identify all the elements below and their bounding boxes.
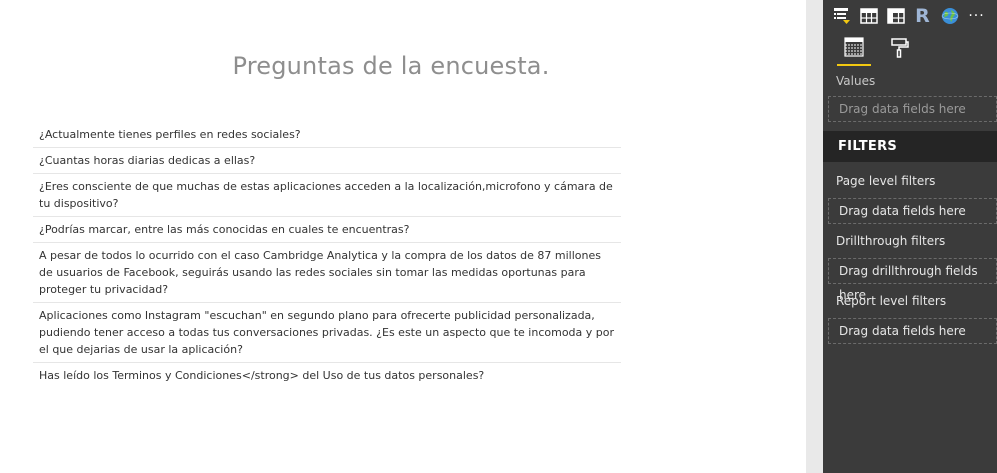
- table-row[interactable]: ¿Podrías marcar, entre las más conocidas…: [33, 217, 621, 243]
- tab-format[interactable]: [883, 34, 917, 66]
- table-row[interactable]: ¿Cuantas horas diarias dedicas a ellas?: [33, 148, 621, 174]
- report-level-filters-label: Report level filters: [836, 294, 947, 308]
- page-filters-drop-zone[interactable]: Drag data fields here: [828, 198, 997, 224]
- globe-icon[interactable]: [940, 7, 959, 26]
- table-row[interactable]: ¿Eres consciente de que muchas de estas …: [33, 174, 621, 217]
- matrix-icon[interactable]: [886, 7, 905, 26]
- drillthrough-drop-zone[interactable]: Drag drillthrough fields here: [828, 258, 997, 302]
- question-table[interactable]: ¿Actualmente tienes perfiles en redes so…: [33, 122, 621, 388]
- table-row[interactable]: A pesar de todos lo ocurrido con el caso…: [33, 243, 621, 303]
- table-icon[interactable]: [859, 7, 878, 26]
- visualization-gallery: R ···: [832, 6, 986, 26]
- more-icon[interactable]: ···: [967, 7, 986, 26]
- panel-gutter: [806, 0, 823, 473]
- pane-tabs: [837, 34, 917, 66]
- table-row[interactable]: Aplicaciones como Instagram "escuchan" e…: [33, 303, 621, 363]
- format-paint-roller-icon: [889, 37, 911, 63]
- values-drop-zone[interactable]: Drag data fields here: [828, 96, 997, 122]
- slicer-icon[interactable]: [832, 7, 851, 26]
- table-row[interactable]: Has leído los Terminos y Condiciones</st…: [33, 363, 621, 388]
- filters-pane: Page level filters Drag data fields here…: [823, 162, 997, 473]
- values-label: Values: [836, 74, 876, 88]
- report-filters-drop-zone[interactable]: Drag data fields here: [828, 318, 997, 344]
- page-level-filters-label: Page level filters: [836, 174, 936, 188]
- tab-fields[interactable]: [837, 34, 871, 66]
- table-row[interactable]: ¿Actualmente tienes perfiles en redes so…: [33, 122, 621, 148]
- r-script-icon[interactable]: R: [913, 6, 932, 26]
- fields-icon: [843, 36, 865, 62]
- visualizations-panel: R ··· Values Drag data fields here FILTE…: [823, 0, 997, 473]
- page-title: Preguntas de la encuesta.: [232, 52, 550, 80]
- report-canvas: Preguntas de la encuesta. ¿Actualmente t…: [0, 0, 806, 473]
- drillthrough-filters-label: Drillthrough filters: [836, 234, 946, 248]
- filters-header: FILTERS: [823, 131, 997, 162]
